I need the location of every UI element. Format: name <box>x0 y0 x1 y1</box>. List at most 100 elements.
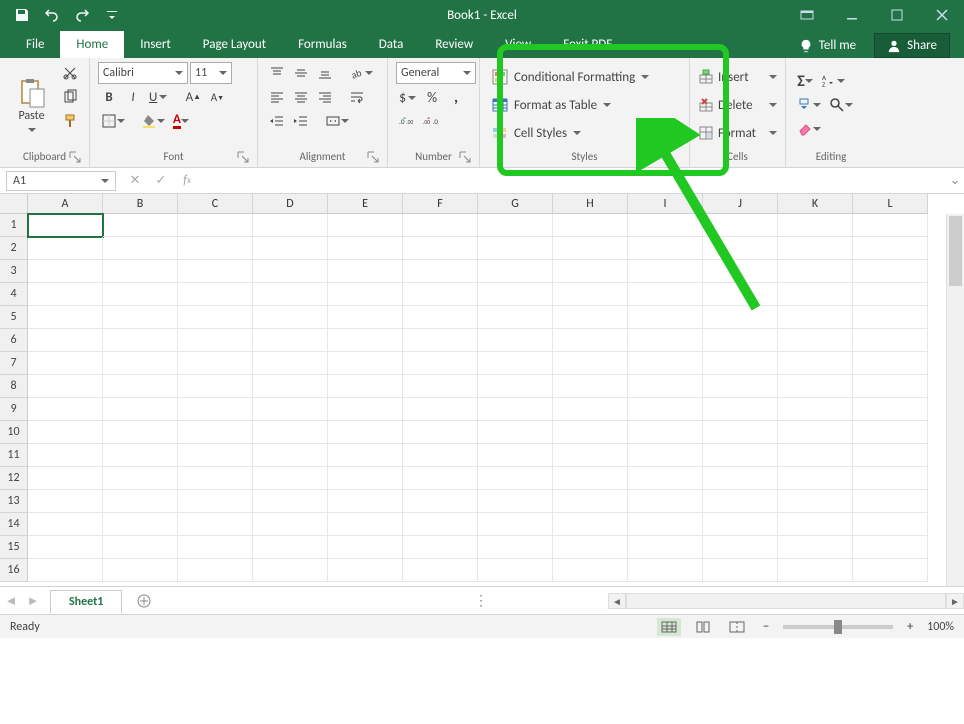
enter-formula-icon[interactable]: ✓ <box>148 171 174 191</box>
cell[interactable] <box>328 214 403 237</box>
row-header[interactable]: 13 <box>0 490 28 513</box>
cell[interactable] <box>553 398 628 421</box>
cell[interactable] <box>778 352 853 375</box>
cell[interactable] <box>253 444 328 467</box>
cell[interactable] <box>103 467 178 490</box>
cell[interactable] <box>178 467 253 490</box>
cell[interactable] <box>478 490 553 513</box>
cell[interactable] <box>553 214 628 237</box>
cell[interactable] <box>628 398 703 421</box>
cell[interactable] <box>778 536 853 559</box>
cell[interactable] <box>778 306 853 329</box>
column-header[interactable]: C <box>178 194 253 214</box>
cell[interactable] <box>103 329 178 352</box>
cell[interactable] <box>853 467 928 490</box>
row-header[interactable]: 1 <box>0 214 28 237</box>
cell[interactable] <box>853 306 928 329</box>
cell[interactable] <box>178 398 253 421</box>
cell[interactable] <box>478 536 553 559</box>
cell[interactable] <box>553 467 628 490</box>
cell[interactable] <box>553 237 628 260</box>
cell[interactable] <box>853 260 928 283</box>
cell[interactable] <box>703 513 778 536</box>
fill-button[interactable] <box>794 94 824 116</box>
delete-cells-button[interactable]: Delete <box>698 92 777 118</box>
cell[interactable] <box>553 283 628 306</box>
cell[interactable] <box>253 398 328 421</box>
row-header[interactable]: 6 <box>0 329 28 352</box>
cell[interactable] <box>178 214 253 237</box>
row-header[interactable]: 5 <box>0 306 28 329</box>
cell[interactable] <box>178 329 253 352</box>
page-layout-view-button[interactable] <box>691 618 715 636</box>
sheet-nav-next-icon[interactable]: ► <box>22 590 44 612</box>
column-header[interactable]: H <box>553 194 628 214</box>
find-select-button[interactable] <box>826 94 856 116</box>
cell[interactable] <box>178 306 253 329</box>
cell[interactable] <box>103 214 178 237</box>
align-left-button[interactable] <box>266 86 288 108</box>
tell-me[interactable]: Tell me <box>799 38 856 53</box>
cell[interactable] <box>553 306 628 329</box>
row-header[interactable]: 9 <box>0 398 28 421</box>
clear-button[interactable] <box>794 118 824 140</box>
sort-filter-button[interactable]: AZ <box>818 70 848 92</box>
expand-formula-bar-icon[interactable]: ⌄ <box>946 173 964 188</box>
cell[interactable] <box>478 467 553 490</box>
cell[interactable] <box>778 513 853 536</box>
cell[interactable] <box>628 260 703 283</box>
cell[interactable] <box>178 283 253 306</box>
cell[interactable] <box>178 536 253 559</box>
align-bottom-button[interactable] <box>314 62 336 84</box>
cell[interactable] <box>403 214 478 237</box>
cell[interactable] <box>853 398 928 421</box>
cell[interactable] <box>328 559 403 582</box>
column-header[interactable]: B <box>103 194 178 214</box>
increase-decimal-button[interactable]: .0.00 <box>396 110 418 132</box>
cell[interactable] <box>478 306 553 329</box>
cell[interactable] <box>553 260 628 283</box>
column-header[interactable]: D <box>253 194 328 214</box>
column-header[interactable]: L <box>853 194 928 214</box>
cell[interactable] <box>703 260 778 283</box>
cell[interactable] <box>553 490 628 513</box>
cell[interactable] <box>853 283 928 306</box>
cell[interactable] <box>703 421 778 444</box>
percent-format-button[interactable]: % <box>421 86 443 108</box>
cell[interactable] <box>703 237 778 260</box>
row-header[interactable]: 15 <box>0 536 28 559</box>
tab-data[interactable]: Data <box>363 31 420 58</box>
cell[interactable] <box>328 444 403 467</box>
cell[interactable] <box>778 444 853 467</box>
cell[interactable] <box>103 352 178 375</box>
cell[interactable] <box>103 421 178 444</box>
horizontal-scrollbar[interactable] <box>626 593 946 609</box>
cell[interactable] <box>28 260 103 283</box>
cell[interactable] <box>778 375 853 398</box>
cell[interactable] <box>103 375 178 398</box>
cell[interactable] <box>103 260 178 283</box>
cell[interactable] <box>778 490 853 513</box>
number-format-select[interactable]: General <box>396 62 476 84</box>
decrease-decimal-button[interactable]: .00.0 <box>420 110 442 132</box>
cell[interactable] <box>478 513 553 536</box>
cell[interactable] <box>28 375 103 398</box>
cell[interactable] <box>703 352 778 375</box>
cell[interactable] <box>703 559 778 582</box>
cell[interactable] <box>28 513 103 536</box>
cell[interactable] <box>253 490 328 513</box>
cell[interactable] <box>253 214 328 237</box>
column-header[interactable]: A <box>28 194 103 214</box>
cell[interactable] <box>778 398 853 421</box>
cell[interactable] <box>403 306 478 329</box>
cell[interactable] <box>28 444 103 467</box>
accounting-format-button[interactable]: $ <box>396 86 419 108</box>
cell[interactable] <box>253 283 328 306</box>
cell[interactable] <box>478 444 553 467</box>
page-break-view-button[interactable] <box>725 618 749 636</box>
cell[interactable] <box>853 444 928 467</box>
underline-button[interactable]: U <box>146 86 170 108</box>
cell[interactable] <box>403 536 478 559</box>
cell[interactable] <box>628 536 703 559</box>
cell[interactable] <box>328 237 403 260</box>
